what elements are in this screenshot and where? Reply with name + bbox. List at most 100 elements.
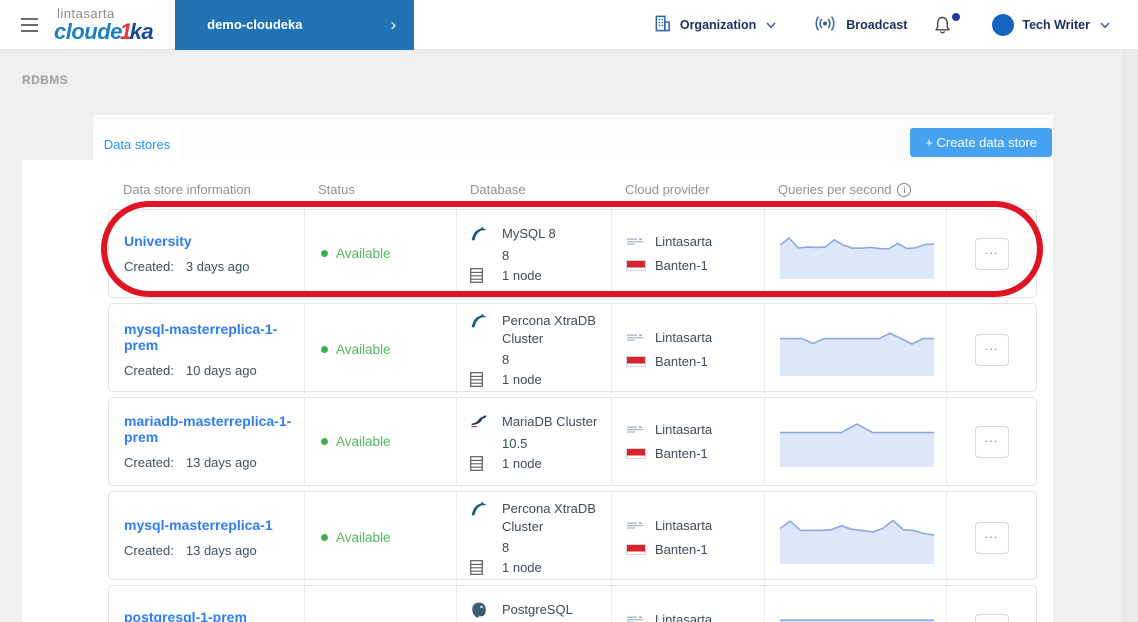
data-store-name-link[interactable]: mariadb-masterreplica-1-prem — [124, 413, 304, 445]
mysql-icon — [470, 225, 488, 243]
data-store-rows: University Created: 3 days ago Available … — [108, 209, 1037, 622]
broadcast-menu[interactable]: Broadcast — [812, 15, 907, 35]
status-badge: Available — [336, 530, 391, 546]
database-version: 10.5 — [502, 435, 528, 451]
created-label: Created: — [124, 455, 174, 471]
data-store-name-link[interactable]: mysql-masterreplica-1 — [124, 517, 304, 533]
status-badge: Available — [336, 342, 391, 358]
create-data-store-button[interactable]: + Create data store — [910, 128, 1052, 157]
col-database: Database — [470, 182, 526, 197]
broadcast-label: Broadcast — [846, 17, 908, 32]
tab-data-stores[interactable]: Data stores — [93, 129, 181, 160]
status-dot — [321, 346, 328, 354]
created-label: Created: — [124, 543, 174, 559]
table-row: mysql-masterreplica-1 Created: 13 days ag… — [108, 491, 1037, 584]
lintasarta-logo-icon — [626, 422, 646, 437]
region-name: Banten-1 — [655, 542, 708, 558]
status-dot — [321, 534, 328, 542]
created-label: Created: — [124, 259, 174, 275]
region-name: Banten-1 — [655, 446, 708, 462]
node-stack-icon — [470, 455, 494, 471]
lintasarta-logo-icon — [626, 330, 646, 345]
row-actions-button[interactable]: ... — [974, 333, 1009, 366]
qps-sparkline — [780, 619, 934, 622]
info-icon[interactable]: i — [897, 182, 912, 197]
node-stack-icon — [470, 267, 494, 283]
node-stack-icon — [470, 560, 494, 575]
row-actions-button[interactable]: ... — [974, 521, 1009, 554]
database-engine: PostgreSQL — [502, 601, 573, 617]
organization-label: Organization — [679, 17, 757, 32]
database-version: 8 — [502, 247, 510, 263]
row-actions-button[interactable]: ... — [974, 425, 1009, 458]
organization-menu[interactable]: Organization — [653, 14, 776, 36]
status-dot — [321, 438, 328, 446]
created-value: 3 days ago — [185, 259, 250, 275]
col-cloud-provider: Cloud provider — [625, 182, 710, 197]
chevron-down-icon — [766, 17, 776, 32]
region-name: Banten-1 — [655, 354, 708, 370]
notification-dot — [952, 13, 961, 21]
lintasarta-logo-icon — [626, 518, 646, 533]
data-store-name-link[interactable]: postgresql-1-prem — [124, 609, 304, 622]
toolbar-band — [93, 115, 1053, 160]
created-line: Created: 13 days ago — [124, 455, 304, 470]
col-queries-per-second: Queries per second i — [763, 182, 945, 197]
database-version: 8 — [502, 352, 510, 368]
broadcast-icon — [812, 15, 838, 35]
region-flag-icon — [626, 544, 646, 556]
table-row: mariadb-masterreplica-1-prem Created: 13 … — [108, 397, 1037, 486]
postgres-icon — [470, 601, 488, 619]
created-line: Created: 13 days ago — [124, 543, 304, 558]
project-switcher-button[interactable]: demo-cloudeka › — [175, 0, 415, 50]
database-version: 8 — [502, 540, 510, 556]
user-name: Tech Writer — [1022, 17, 1090, 32]
created-value: 13 days ago — [185, 455, 257, 471]
top-bar: lintasarta cloude1ka demo-cloudeka › Org… — [0, 0, 1138, 50]
col-data-store-information: Data store information — [123, 182, 251, 197]
qps-sparkline — [780, 423, 934, 467]
notifications-button[interactable] — [929, 11, 962, 38]
brand-logo: lintasarta cloude1ka — [54, 7, 154, 44]
mysql-icon — [470, 500, 488, 518]
mysql-icon — [470, 312, 488, 330]
table-header: Data store information Status Database C… — [108, 182, 1037, 197]
user-menu[interactable]: Tech Writer — [992, 13, 1110, 36]
database-engine: Percona XtraDB Cluster — [502, 313, 596, 346]
database-engine: MariaDB Cluster — [502, 413, 598, 429]
provider-name: Lintasarta — [655, 612, 713, 622]
database-engine: MySQL 8 — [502, 225, 556, 241]
status-badge: Available — [336, 246, 391, 262]
data-store-name-link[interactable]: University — [124, 233, 304, 249]
brand-cloudeka-text: cloude1ka — [54, 18, 154, 44]
node-count: 1 node — [502, 267, 542, 283]
status-dot — [321, 250, 328, 258]
data-store-name-link[interactable]: mysql-masterreplica-1-prem — [124, 321, 304, 353]
table-row: mysql-masterreplica-1-prem Created: 10 da… — [108, 303, 1037, 396]
node-count: 1 node — [502, 455, 542, 471]
created-line: Created: 3 days ago — [124, 259, 304, 274]
row-actions-button[interactable]: ... — [974, 237, 1009, 270]
data-stores-panel: Data store information Status Database C… — [22, 160, 1053, 622]
avatar — [992, 13, 1015, 36]
database-engine: Percona XtraDB Cluster — [502, 501, 596, 534]
created-line: Created: 10 days ago — [124, 363, 304, 378]
row-actions-button[interactable]: ... — [974, 613, 1009, 622]
provider-name: Lintasarta — [655, 422, 713, 438]
region-name: Banten-1 — [655, 258, 708, 274]
mariadb-icon — [470, 413, 488, 431]
scrollbar[interactable] — [1123, 50, 1138, 622]
status-badge: Available — [336, 434, 391, 450]
region-flag-icon — [626, 448, 646, 460]
provider-name: Lintasarta — [655, 330, 713, 346]
region-flag-icon — [626, 356, 646, 368]
chevron-right-icon: › — [390, 15, 397, 34]
app-window: lintasarta cloude1ka demo-cloudeka › Org… — [0, 0, 1138, 622]
project-name: demo-cloudeka — [207, 17, 303, 32]
node-count: 1 node — [502, 372, 542, 388]
hamburger-menu-icon[interactable] — [12, 8, 46, 42]
created-value: 10 days ago — [185, 363, 257, 379]
bell-icon — [933, 15, 952, 38]
qps-sparkline — [780, 332, 934, 377]
breadcrumb: RDBMS — [22, 73, 68, 87]
